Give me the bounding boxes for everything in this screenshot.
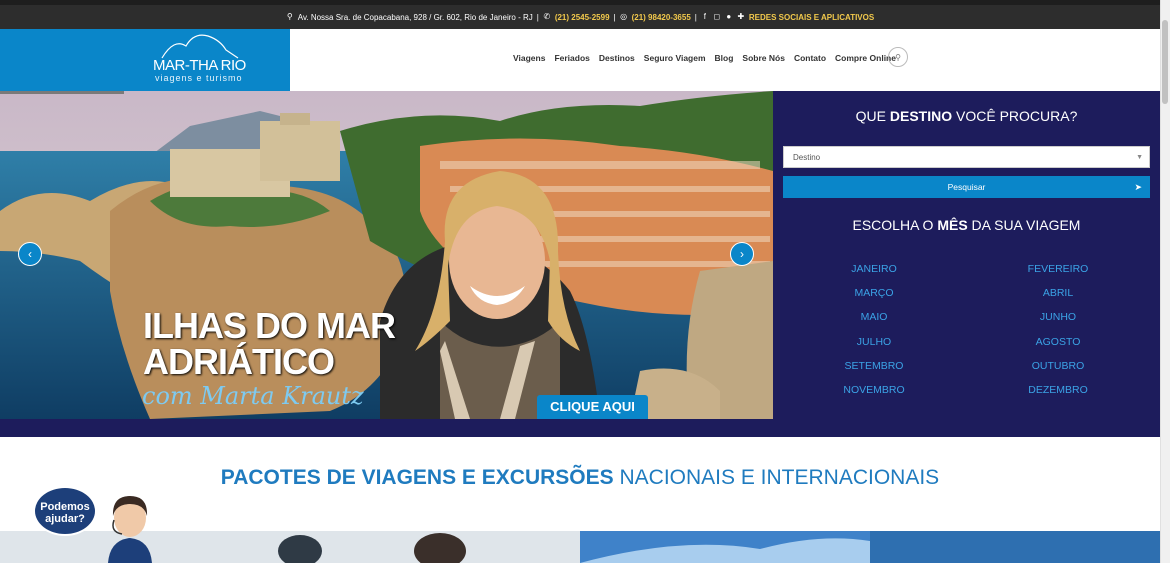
chevron-down-icon: ▼ <box>1136 154 1143 161</box>
hero-subtitle: com Marta Krautz <box>142 382 364 410</box>
logo-name: MAR-THA RIO <box>153 57 246 74</box>
month-link-setembro[interactable]: SETEMBRO <box>829 360 919 372</box>
social-link[interactable]: REDES SOCIAIS E APLICATIVOS <box>749 13 874 22</box>
search-panel: QUE DESTINO VOCÊ PROCURA? Destino ▼ Pesq… <box>773 91 1160 437</box>
top-info-bar: ⚲ Av. Nossa Sra. de Copacabana, 928 / Gr… <box>0 5 1160 29</box>
nav-item-destinos[interactable]: Destinos <box>599 53 635 63</box>
search-submit-label: Pesquisar <box>947 182 986 192</box>
nav-item-blog[interactable]: Blog <box>715 53 734 63</box>
hero-bottom-band <box>0 419 773 437</box>
destination-heading: QUE DESTINO VOCÊ PROCURA? <box>855 108 1078 124</box>
slider-next-button[interactable]: › <box>730 242 754 266</box>
logo-tagline: viagens e turismo <box>155 73 243 83</box>
package-thumbnails <box>0 531 1160 568</box>
cta-button[interactable]: CLIQUE AQUI <box>537 395 648 419</box>
month-link-maio[interactable]: MAIO <box>829 311 919 323</box>
phone-link-1[interactable]: (21) 2545-2599 <box>555 13 610 22</box>
paper-plane-icon: ➤ <box>1134 182 1142 192</box>
destination-select[interactable]: Destino ▼ <box>783 146 1150 168</box>
month-link-novembro[interactable]: NOVEMBRO <box>829 384 919 396</box>
chevron-left-icon: ‹ <box>28 247 32 261</box>
month-link-julho[interactable]: JULHO <box>829 336 919 348</box>
phone-link-2[interactable]: (21) 98420-3655 <box>632 13 691 22</box>
hero-slider: ILHAS DO MAR ADRIÁTICO com Marta Krautz … <box>0 91 773 419</box>
nav-item-seguro-viagem[interactable]: Seguro Viagem <box>644 53 706 63</box>
month-link-agosto[interactable]: AGOSTO <box>1013 336 1103 348</box>
month-link-janeiro[interactable]: JANEIRO <box>829 263 919 275</box>
search-icon: ⚲ <box>895 52 901 62</box>
logo-link[interactable]: MAR-THA RIO viagens e turismo <box>0 29 290 91</box>
nav-item-feriados[interactable]: Feriados <box>554 53 589 63</box>
month-link-junho[interactable]: JUNHO <box>1013 311 1103 323</box>
nav-item-contato[interactable]: Contato <box>794 53 826 63</box>
chat-line-2: ajudar? <box>45 513 85 525</box>
phone-icon: ✆ <box>543 12 551 21</box>
nav-item-viagens[interactable]: Viagens <box>513 53 545 63</box>
chevron-right-icon: › <box>740 247 744 261</box>
search-button[interactable]: ⚲ <box>888 47 908 67</box>
main-nav: Viagens Feriados Destinos Seguro Viagem … <box>513 53 896 63</box>
mountain-logo-icon <box>161 34 239 59</box>
site-header: MAR-THA RIO viagens e turismo Viagens Fe… <box>0 29 1160 91</box>
nav-item-compre-online[interactable]: Compre Online <box>835 53 896 63</box>
month-link-dezembro[interactable]: DEZEMBRO <box>1013 384 1103 396</box>
month-link-abril[interactable]: ABRIL <box>1013 287 1103 299</box>
month-link-outubro[interactable]: OUTUBRO <box>1013 360 1103 372</box>
destination-select-value: Destino <box>793 153 821 162</box>
address-text: Av. Nossa Sra. de Copacabana, 928 / Gr. … <box>297 12 533 22</box>
slider-progress-bar <box>0 91 124 94</box>
hero-image <box>0 91 773 419</box>
month-link-marco[interactable]: MARÇO <box>829 287 919 299</box>
section-headline: PACOTES DE VIAGENS E EXCURSÕES NACIONAIS… <box>220 466 940 489</box>
android-icon[interactable]: ✚ <box>737 13 745 21</box>
facebook-icon[interactable]: f <box>701 13 709 21</box>
search-submit-button[interactable]: Pesquisar ➤ <box>783 176 1150 198</box>
apple-icon[interactable]: ● <box>725 13 733 21</box>
instagram-icon[interactable]: ◻ <box>713 13 721 21</box>
scrollbar-thumb[interactable] <box>1162 20 1168 104</box>
slider-prev-button[interactable]: ‹ <box>18 242 42 266</box>
hero-title-line2: ADRIÁTICO <box>143 341 335 382</box>
chat-help-button[interactable]: Podemos ajudar? <box>33 486 97 536</box>
nav-item-sobre-nos[interactable]: Sobre Nós <box>742 53 785 63</box>
month-heading: ESCOLHA O MÊS DA SUA VIAGEM <box>852 217 1081 233</box>
month-link-fevereiro[interactable]: FEVEREIRO <box>1013 263 1103 275</box>
package-images <box>0 531 1160 568</box>
whatsapp-icon: ◎ <box>620 12 628 21</box>
chat-line-1: Podemos <box>40 501 90 513</box>
support-agent-avatar[interactable] <box>100 492 160 563</box>
map-pin-icon: ⚲ <box>286 12 293 21</box>
